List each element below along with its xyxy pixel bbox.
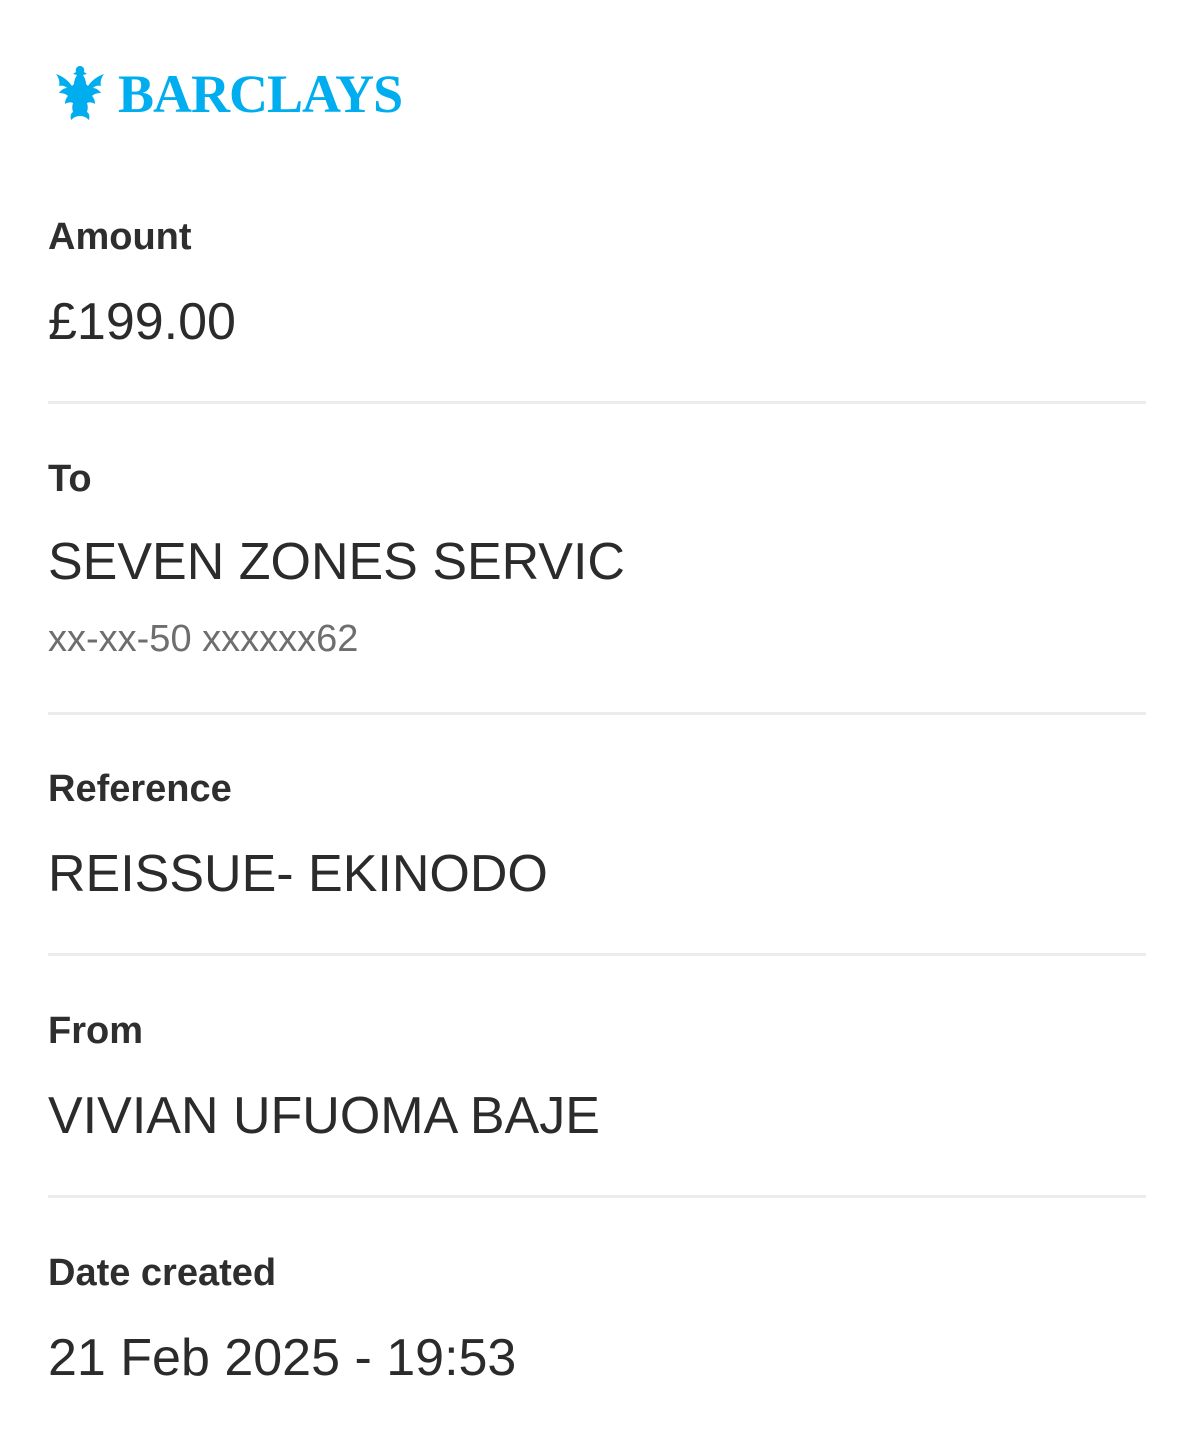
brand-wordmark: BARCLAYS [118, 64, 403, 124]
reference-section: Reference REISSUE- EKINODO [48, 764, 1146, 914]
to-label: To [48, 458, 92, 500]
from-section: From VIVIAN UFUOMA BAJE [48, 1006, 1146, 1156]
reference-label: Reference [48, 768, 232, 810]
from-label: From [48, 1010, 143, 1052]
divider [48, 1195, 1146, 1198]
payee-name: SEVEN ZONES SERVIC [48, 533, 625, 591]
date-created-section: Date created 21 Feb 2025 - 19:53 [48, 1248, 1146, 1398]
barclays-logo: BARCLAYS [52, 64, 403, 124]
divider [48, 953, 1146, 956]
amount-value: £199.00 [48, 293, 236, 351]
eagle-icon [56, 66, 104, 120]
amount-label: Amount [48, 216, 192, 258]
payer-name: VIVIAN UFUOMA BAJE [48, 1087, 600, 1145]
payee-account-number: xx-xx-50 xxxxxx62 [48, 618, 359, 660]
amount-section: Amount £199.00 [48, 210, 1146, 360]
divider [48, 712, 1146, 715]
to-section: To SEVEN ZONES SERVIC xx-xx-50 xxxxxx62 [48, 452, 1146, 672]
date-created-label: Date created [48, 1252, 277, 1294]
date-created-value: 21 Feb 2025 - 19:53 [48, 1329, 517, 1387]
reference-value: REISSUE- EKINODO [48, 845, 548, 903]
divider [48, 401, 1146, 404]
